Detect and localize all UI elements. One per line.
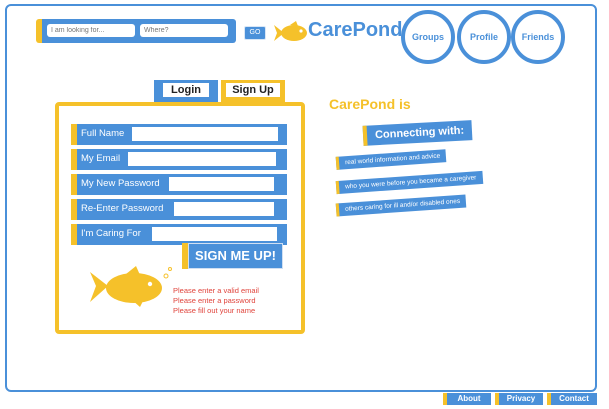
full-name-field: Full Name (71, 124, 287, 145)
tab-login-label: Login (163, 83, 209, 97)
brand-name[interactable]: CarePond (308, 19, 402, 42)
full-name-input[interactable] (132, 127, 278, 141)
footer-about-link[interactable]: About (443, 393, 491, 405)
footer-contact-link[interactable]: Contact (547, 393, 597, 405)
nav-profile-button[interactable]: Profile (457, 10, 511, 64)
caring-for-input[interactable] (152, 227, 277, 241)
nav-groups-button[interactable]: Groups (401, 10, 455, 64)
tab-login[interactable]: Login (154, 80, 218, 102)
reenter-password-input[interactable] (174, 202, 274, 216)
caring-for-label: I'm Caring For (81, 228, 141, 239)
caring-for-field: I'm Caring For (71, 224, 287, 245)
error-email: Please enter a valid email (173, 286, 259, 295)
nav-profile-label: Profile (469, 32, 498, 42)
new-password-label: My New Password (81, 178, 160, 189)
email-field: My Email (71, 149, 287, 170)
error-name: Please fill out your name (173, 306, 256, 315)
reenter-password-field: Re-Enter Password (71, 199, 287, 220)
reenter-password-label: Re-Enter Password (81, 203, 164, 214)
fish-logo-icon (274, 21, 307, 41)
new-password-field: My New Password (71, 174, 287, 195)
search-bar (36, 19, 236, 43)
go-button[interactable]: GO (244, 26, 266, 40)
tab-signup[interactable]: Sign Up (221, 80, 285, 102)
nav-friends-label: Friends (521, 32, 555, 42)
email-input[interactable] (128, 152, 276, 166)
fish-mascot-icon (90, 266, 172, 307)
nav-groups-label: Groups (411, 32, 444, 42)
tab-signup-label: Sign Up (226, 83, 280, 97)
footer-privacy-link[interactable]: Privacy (495, 393, 543, 405)
search-keyword-input[interactable] (47, 24, 135, 37)
sign-me-up-button[interactable]: SIGN ME UP! (182, 243, 283, 269)
search-location-input[interactable] (140, 24, 228, 37)
email-label: My Email (81, 153, 121, 164)
new-password-input[interactable] (169, 177, 274, 191)
error-messages: Please enter a valid email Please enter … (173, 286, 259, 316)
nav-friends-button[interactable]: Friends (511, 10, 565, 64)
promo-tagline: CarePond is (329, 96, 411, 112)
full-name-label: Full Name (81, 128, 125, 139)
error-password: Please enter a password (173, 296, 256, 305)
